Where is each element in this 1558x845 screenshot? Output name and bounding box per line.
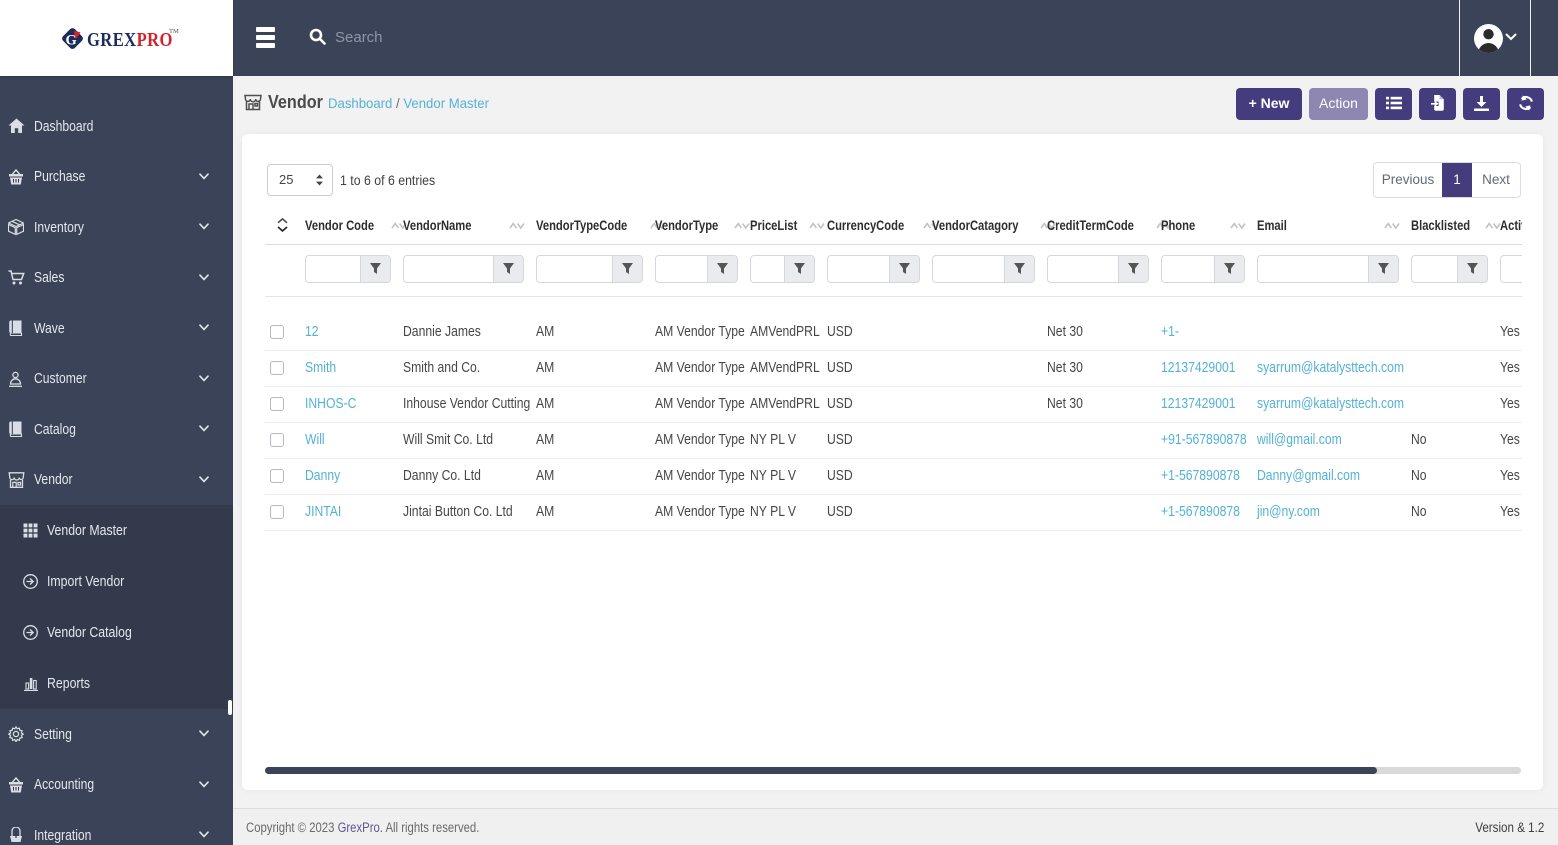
svg-text:TM: TM xyxy=(169,28,179,35)
svg-text:G: G xyxy=(66,33,77,49)
svg-text:GREXPRO: GREXPRO xyxy=(87,28,173,51)
